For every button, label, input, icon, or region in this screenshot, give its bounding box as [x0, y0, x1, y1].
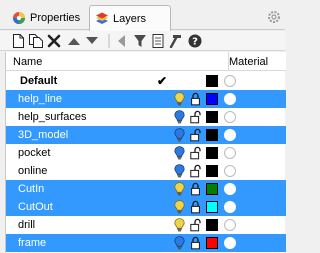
layer-color-swatch[interactable]: [206, 93, 218, 105]
material-sphere-icon[interactable]: [224, 93, 236, 105]
layers-icon: [96, 12, 108, 24]
material-sphere-icon[interactable]: [224, 111, 236, 123]
tools-icon[interactable]: [168, 33, 184, 49]
layer-color-swatch[interactable]: [206, 201, 218, 213]
visibility-bulb-icon[interactable]: [174, 110, 185, 124]
tab-layers[interactable]: Layers: [89, 5, 171, 31]
layer-row[interactable]: online: [6, 162, 286, 180]
layer-row[interactable]: drill: [6, 216, 286, 234]
current-layer-check-icon[interactable]: ✔: [157, 74, 167, 88]
layer-name[interactable]: help_line: [18, 93, 62, 105]
properties-icon: [13, 12, 25, 24]
unlocked-icon[interactable]: [190, 218, 201, 232]
layer-name[interactable]: help_surfaces: [18, 111, 87, 123]
layer-color-swatch[interactable]: [206, 129, 218, 141]
layer-color-swatch[interactable]: [206, 165, 218, 177]
delete-icon[interactable]: [46, 33, 62, 49]
gear-icon[interactable]: [267, 10, 281, 24]
layer-name[interactable]: Default: [20, 75, 57, 87]
material-sphere-icon[interactable]: [224, 75, 236, 87]
layer-row[interactable]: pocket: [6, 144, 286, 162]
tab-properties-label: Properties: [30, 12, 81, 24]
layer-list: Name Material Default ✔ help_line help_surf…: [5, 52, 286, 253]
move-out-icon[interactable]: [113, 33, 129, 49]
layer-toolbar: ?: [0, 31, 285, 51]
layer-color-swatch[interactable]: [206, 111, 218, 123]
layer-name[interactable]: CutIn: [18, 183, 44, 195]
visibility-bulb-icon[interactable]: [174, 92, 185, 106]
unlocked-icon[interactable]: [190, 164, 201, 178]
column-material-header[interactable]: Material: [229, 56, 268, 68]
visibility-bulb-icon[interactable]: [174, 236, 185, 250]
layer-states-icon[interactable]: [150, 33, 166, 49]
layer-row[interactable]: Default ✔: [6, 72, 286, 90]
unlocked-icon[interactable]: [190, 146, 201, 160]
layer-name[interactable]: CutOut: [18, 201, 53, 213]
visibility-bulb-icon[interactable]: [174, 218, 185, 232]
layer-row[interactable]: CutIn: [6, 180, 286, 198]
column-name-header[interactable]: Name: [13, 56, 42, 68]
layer-row[interactable]: help_surfaces: [6, 108, 286, 126]
layer-name[interactable]: frame: [18, 237, 46, 249]
layer-name[interactable]: pocket: [18, 147, 50, 159]
locked-icon[interactable]: [190, 200, 201, 214]
layer-color-swatch[interactable]: [206, 75, 218, 87]
move-up-icon[interactable]: [66, 33, 82, 49]
help-icon[interactable]: ?: [187, 33, 203, 49]
material-sphere-icon[interactable]: [224, 219, 236, 231]
new-layer-icon[interactable]: [10, 33, 26, 49]
layer-list-header: Name Material: [6, 52, 286, 71]
material-sphere-icon[interactable]: [224, 201, 236, 213]
locked-icon[interactable]: [190, 92, 201, 106]
layer-row[interactable]: 3D_model: [6, 126, 286, 144]
svg-text:?: ?: [192, 37, 198, 48]
visibility-bulb-icon[interactable]: [174, 146, 185, 160]
visibility-bulb-icon[interactable]: [174, 200, 185, 214]
locked-icon[interactable]: [190, 182, 201, 196]
unlocked-icon[interactable]: [190, 128, 201, 142]
visibility-bulb-icon[interactable]: [174, 164, 185, 178]
material-sphere-icon[interactable]: [224, 237, 236, 249]
layer-color-swatch[interactable]: [206, 147, 218, 159]
tab-layers-label: Layers: [113, 12, 147, 25]
move-down-icon[interactable]: [84, 33, 100, 49]
visibility-bulb-icon[interactable]: [174, 182, 185, 196]
material-sphere-icon[interactable]: [224, 147, 236, 159]
tab-properties[interactable]: Properties: [9, 6, 85, 30]
filter-icon[interactable]: [132, 33, 148, 49]
material-sphere-icon[interactable]: [224, 129, 236, 141]
material-sphere-icon[interactable]: [224, 165, 236, 177]
layer-name[interactable]: drill: [18, 219, 35, 231]
unlocked-icon[interactable]: [190, 110, 201, 124]
visibility-bulb-icon[interactable]: [174, 128, 185, 142]
locked-icon[interactable]: [190, 236, 201, 250]
panel-tab-bar: Properties Layers: [0, 0, 285, 31]
layer-color-swatch[interactable]: [206, 237, 218, 249]
layer-row[interactable]: CutOut: [6, 198, 286, 216]
layer-name[interactable]: online: [18, 165, 47, 177]
material-sphere-icon[interactable]: [224, 183, 236, 195]
layer-color-swatch[interactable]: [206, 219, 218, 231]
layer-row[interactable]: frame: [6, 234, 286, 252]
layer-name[interactable]: 3D_model: [18, 129, 68, 141]
new-sublayer-icon[interactable]: [28, 33, 44, 49]
layer-color-swatch[interactable]: [206, 183, 218, 195]
layer-row[interactable]: help_line: [6, 90, 286, 108]
